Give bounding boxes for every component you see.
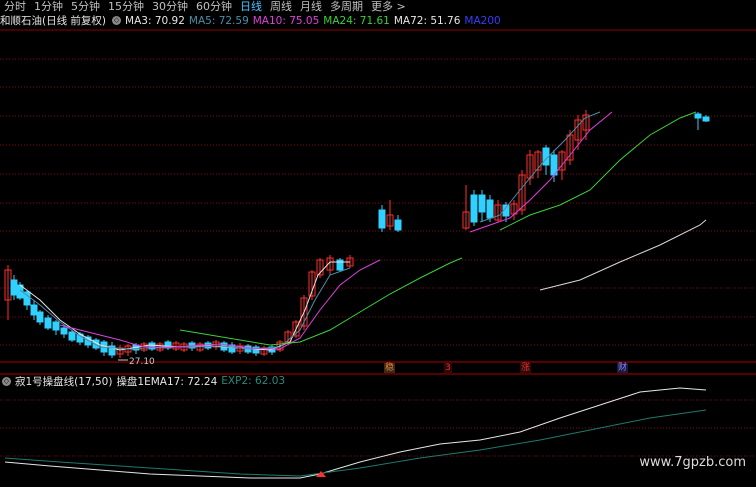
candle-body [30, 304, 38, 316]
kline-chart[interactable]: 27.10 [0, 0, 756, 487]
candle-body [478, 194, 486, 213]
candle-body [694, 113, 702, 119]
candle-body [470, 194, 478, 223]
ma24-line-upper [499, 111, 697, 231]
collapse-icon[interactable]: ◇ [2, 376, 11, 386]
watermark: www.7gpzb.com [639, 455, 746, 470]
exp2-line [4, 409, 707, 477]
ema17-line [4, 387, 707, 479]
candle-body [394, 219, 402, 231]
event-marker-finance[interactable]: 财 [617, 363, 629, 373]
ema17-value: 操盘1EMA17: 72.24 [116, 375, 218, 388]
candle-body [68, 331, 76, 341]
candle-body [10, 279, 18, 296]
candle-body [60, 327, 68, 335]
candle-body [702, 116, 710, 122]
event-marker-rise[interactable]: 涨 [520, 363, 532, 373]
event-marker-stable[interactable]: 稳 [384, 363, 396, 373]
candle-body [36, 311, 44, 323]
event-marker-3[interactable]: 3 [444, 363, 452, 373]
low-price-label: 27.10 [129, 357, 155, 367]
candle-body [52, 321, 60, 331]
candle-body [486, 199, 494, 219]
sub-indicator-header: ◇ 寂1号操盘线(17,50) 操盘1EMA17: 72.24 EXP2: 62… [0, 374, 289, 389]
ma10-line [59, 259, 381, 350]
candle-body [378, 209, 386, 229]
sub-indicator-title[interactable]: 寂1号操盘线(17,50) [15, 374, 112, 389]
candle-body [204, 342, 212, 349]
candle-body [44, 317, 52, 329]
exp2-value: EXP2: 62.03 [221, 375, 286, 387]
